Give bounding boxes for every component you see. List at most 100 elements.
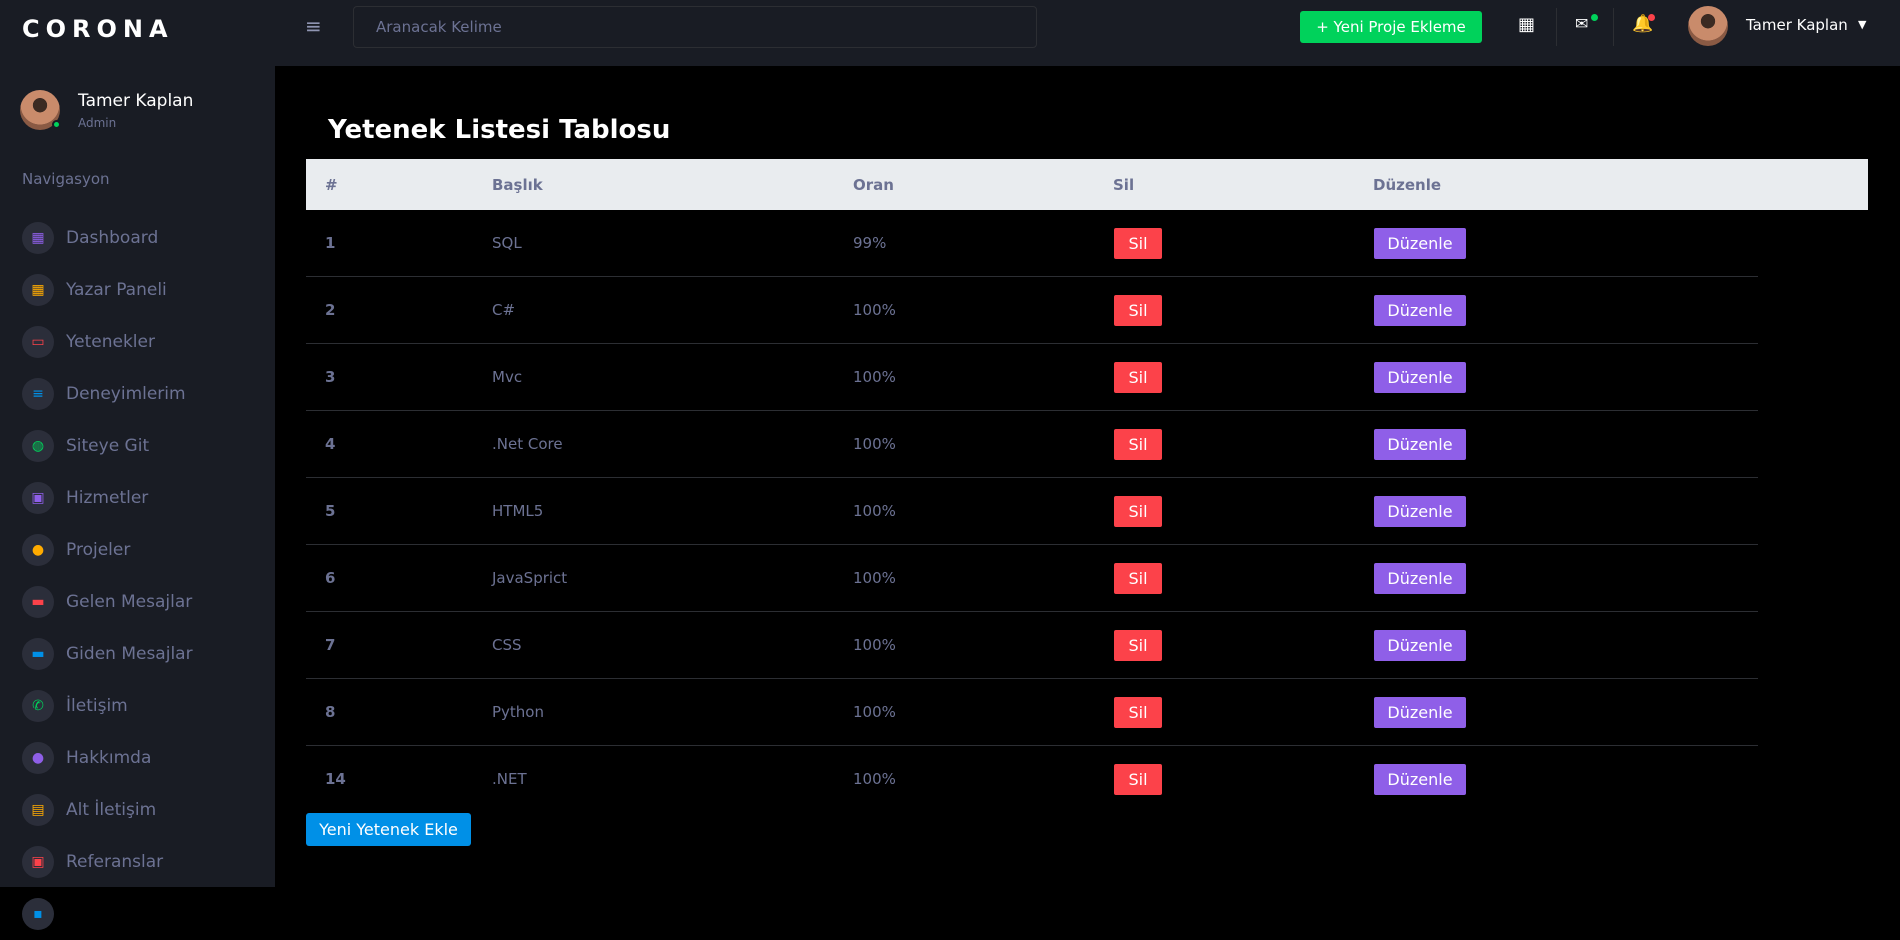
row-rate: 99% [853,234,887,252]
table-row: 2 C# 100% Sil Düzenle [306,277,1758,344]
row-id: 5 [325,502,336,520]
message-icon: ▬ [22,586,54,618]
edit-button[interactable]: Düzenle [1374,228,1466,259]
sidebar-item-yetenekler[interactable]: ▭ Yetenekler [0,316,275,368]
row-title: HTML5 [492,502,544,520]
topbar: ≡ + Yeni Proje Ekleme ▦ ✉ 🔔 Tamer Kaplan… [275,0,1900,66]
skills-table: # Başlık Oran Sil Düzenle 1 SQL 99% Sil Düze… [306,159,1868,813]
delete-button[interactable]: Sil [1114,295,1162,326]
sidebar-item-partial[interactable]: ▪ [0,888,275,940]
github-icon: ● [22,534,54,566]
row-rate: 100% [853,569,896,587]
sidebar-item-yazar-paneli[interactable]: ▦ Yazar Paneli [0,264,275,316]
edit-button[interactable]: Düzenle [1374,697,1466,728]
search-input[interactable] [353,6,1037,48]
column-header-delete: Sil [1113,175,1135,194]
sidebar-item-i̇letişim[interactable]: ✆ İletişim [0,680,275,732]
sidebar-item-gelen-mesajlar[interactable]: ▬ Gelen Mesajlar [0,576,275,628]
sidebar-profile: Tamer Kaplan Admin [0,58,275,142]
topbar-user-name[interactable]: Tamer Kaplan [1746,16,1848,34]
row-title: .NET [492,770,527,788]
edit-button[interactable]: Düzenle [1374,630,1466,661]
edit-button[interactable]: Düzenle [1374,429,1466,460]
brand-logo[interactable]: CORONA [0,0,275,58]
partial-nav-icon: ▪ [22,898,54,930]
sidebar-item-label: Gelen Mesajlar [66,592,193,612]
chevron-down-icon[interactable]: ▼ [1858,18,1866,31]
sidebar-item-siteye-git[interactable]: ◍ Siteye Git [0,420,275,472]
row-id: 7 [325,636,336,654]
sidebar-item-label: Yetenekler [66,332,155,352]
sidebar-item-label: Hizmetler [66,488,149,508]
phone-icon: ✆ [22,690,54,722]
mail-badge [1591,14,1598,21]
row-rate: 100% [853,301,896,319]
sidebar-item-label: Referanslar [66,852,164,872]
sidebar-item-hizmetler[interactable]: ▣ Hizmetler [0,472,275,524]
page-title: Yetenek Listesi Tablosu [328,115,671,145]
menu-toggle-icon[interactable]: ≡ [305,14,322,38]
row-id: 6 [325,569,336,587]
profile-name: Tamer Kaplan [78,90,194,111]
profile-role: Admin [78,115,117,130]
table-row: 14 .NET 100% Sil Düzenle [306,746,1758,813]
add-skill-button[interactable]: Yeni Yetenek Ekle [306,813,471,846]
topbar-avatar[interactable] [1688,6,1728,46]
sidebar-item-dashboard[interactable]: ▦ Dashboard [0,212,275,264]
delete-button[interactable]: Sil [1114,429,1162,460]
column-header-rate: Oran [853,175,894,194]
sidebar-item-label: Projeler [66,540,131,560]
divider [1556,8,1557,46]
sidebar-item-label: Deneyimlerim [66,384,186,404]
sidebar-item-label: İletişim [66,696,128,716]
delete-button[interactable]: Sil [1114,697,1162,728]
edit-button[interactable]: Düzenle [1374,295,1466,326]
edit-button[interactable]: Düzenle [1374,362,1466,393]
table-body: 1 SQL 99% Sil Düzenle 2 C# 100% Sil Düzenle 3 Mvc 10… [306,210,1868,813]
sidebar-item-hakkımda[interactable]: ● Hakkımda [0,732,275,784]
apps-grid-icon[interactable]: ▦ [1518,14,1535,35]
sidebar-item-giden-mesajlar[interactable]: ▬ Giden Mesajlar [0,628,275,680]
online-status-dot [52,120,61,129]
divider [1613,8,1614,46]
row-rate: 100% [853,502,896,520]
delete-button[interactable]: Sil [1114,764,1162,795]
delete-button[interactable]: Sil [1114,362,1162,393]
row-rate: 100% [853,368,896,386]
edit-button[interactable]: Düzenle [1374,764,1466,795]
row-title: JavaSprict [492,569,568,587]
globe-icon: ◍ [22,430,54,462]
person-icon: ● [22,742,54,774]
new-project-button[interactable]: + Yeni Proje Ekleme [1300,11,1482,43]
row-title: CSS [492,636,522,654]
calendar-icon: ▤ [22,794,54,826]
sidebar-item-alt-i̇letişim[interactable]: ▤ Alt İletişim [0,784,275,836]
playlist-icon: ≡ [22,378,54,410]
sidebar-item-referanslar[interactable]: ▣ Referanslar [0,836,275,888]
sidebar-item-label: Alt İletişim [66,800,157,820]
table-row: 6 JavaSprict 100% Sil Düzenle [306,545,1758,612]
delete-button[interactable]: Sil [1114,563,1162,594]
row-id: 3 [325,368,336,386]
delete-button[interactable]: Sil [1114,496,1162,527]
row-title: Mvc [492,368,523,386]
sidebar: CORONA Tamer Kaplan Admin Navigasyon ▦ Da… [0,0,275,930]
sidebar-item-projeler[interactable]: ● Projeler [0,524,275,576]
mail-icon[interactable]: ✉ [1575,14,1588,33]
sidebar-nav: ▦ Dashboard ▦ Yazar Paneli ▭ Yetenekler ≡ Deney… [0,212,275,940]
delete-button[interactable]: Sil [1114,630,1162,661]
row-rate: 100% [853,636,896,654]
row-id: 14 [325,770,346,788]
row-id: 4 [325,435,336,453]
edit-button[interactable]: Düzenle [1374,496,1466,527]
delete-button[interactable]: Sil [1114,228,1162,259]
column-header-title: Başlık [492,175,543,194]
dashboard-icon: ▦ [22,222,54,254]
edit-button[interactable]: Düzenle [1374,563,1466,594]
row-title: C# [492,301,516,319]
sidebar-item-label: Giden Mesajlar [66,644,193,664]
chat-icon: ▬ [22,638,54,670]
sidebar-item-label: Siteye Git [66,436,150,456]
panel-icon: ▦ [22,274,54,306]
sidebar-item-deneyimlerim[interactable]: ≡ Deneyimlerim [0,368,275,420]
